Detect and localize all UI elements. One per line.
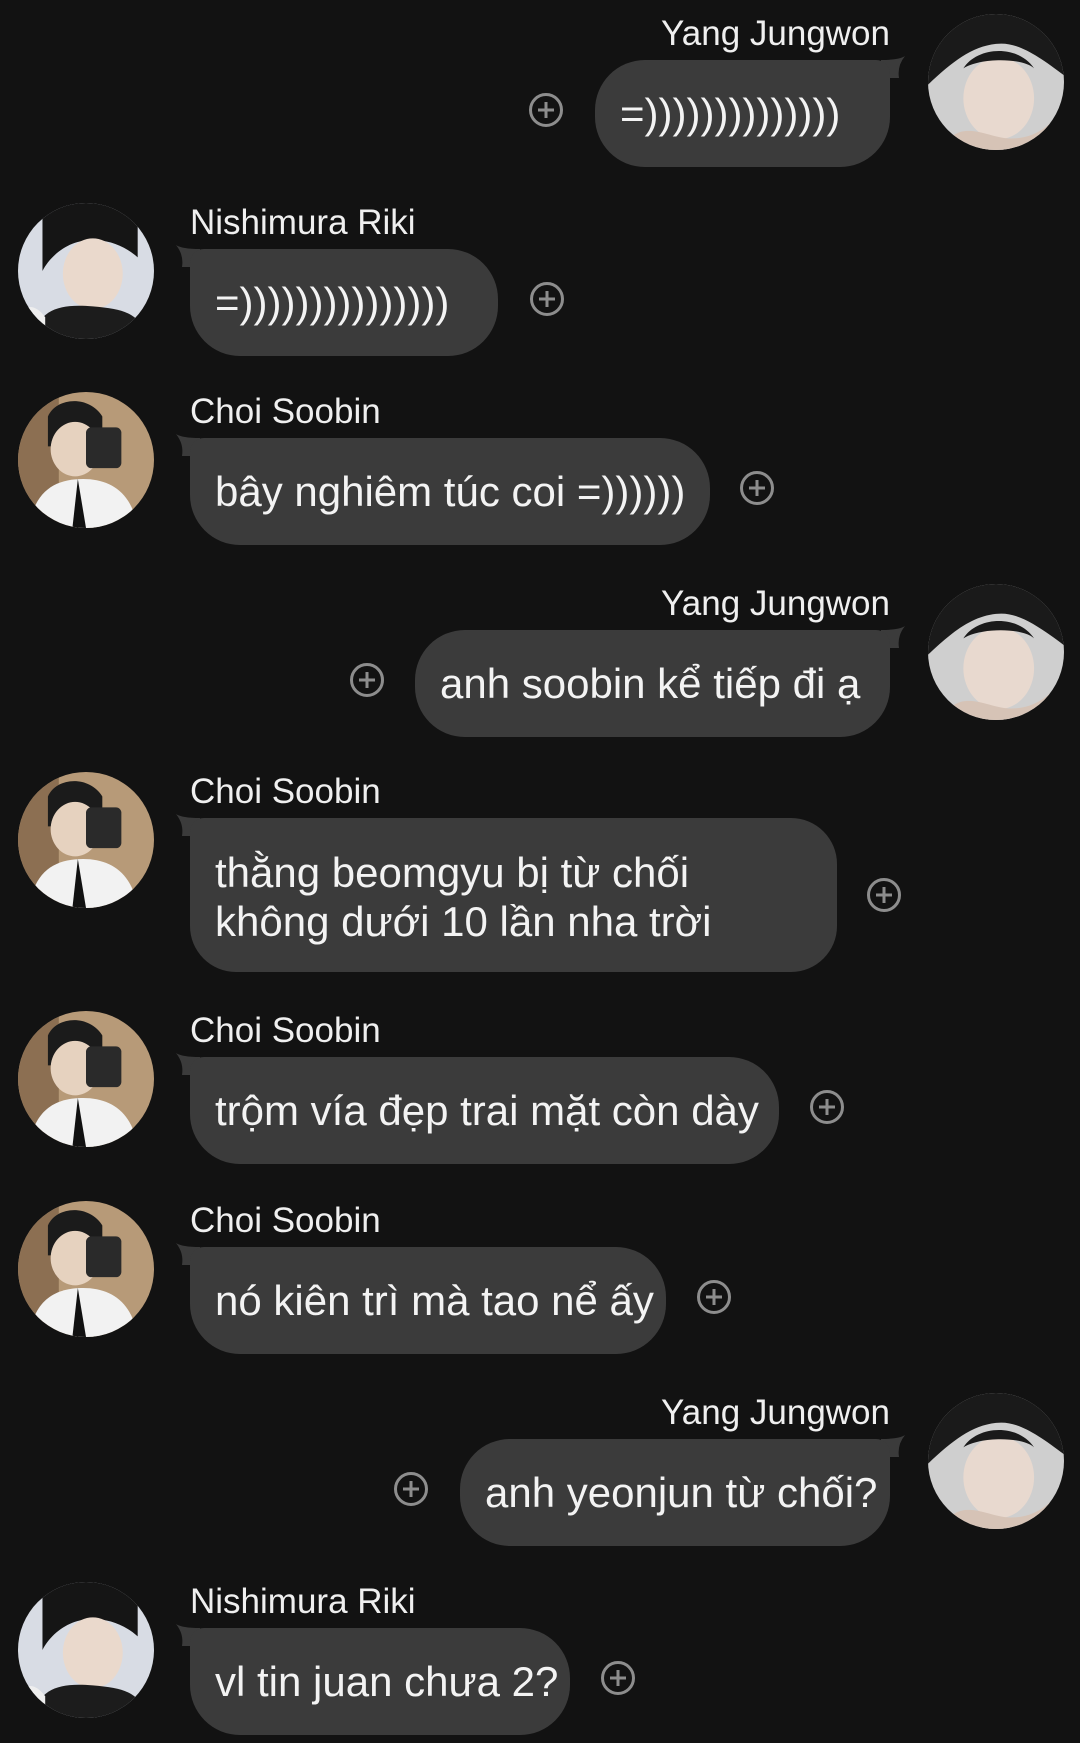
add-reaction-icon[interactable] bbox=[740, 471, 774, 505]
add-reaction-icon[interactable] bbox=[394, 1472, 428, 1506]
sender-name: Yang Jungwon bbox=[661, 584, 890, 623]
avatar[interactable] bbox=[18, 1201, 154, 1337]
avatar[interactable] bbox=[928, 14, 1064, 150]
message-row: Nishimura Riki vl tin juan chưa 2? bbox=[0, 1582, 1080, 1735]
avatar[interactable] bbox=[18, 1582, 154, 1718]
message-row: Choi Soobin bây nghiêm túc coi =)))))) bbox=[0, 392, 1080, 545]
message-row: Choi Soobin trộm vía đẹp trai mặt còn dà… bbox=[0, 1011, 1080, 1164]
add-reaction-icon[interactable] bbox=[697, 1280, 731, 1314]
avatar[interactable] bbox=[18, 1011, 154, 1147]
avatar[interactable] bbox=[928, 584, 1064, 720]
message-row: Choi Soobin thằng beomgyu bị từ chối khô… bbox=[0, 772, 1080, 972]
sender-name: Nishimura Riki bbox=[190, 203, 416, 242]
avatar[interactable] bbox=[18, 392, 154, 528]
add-reaction-icon[interactable] bbox=[867, 878, 901, 912]
sender-name: Choi Soobin bbox=[190, 1201, 381, 1240]
add-reaction-icon[interactable] bbox=[601, 1661, 635, 1695]
avatar[interactable] bbox=[18, 203, 154, 339]
sender-name: Choi Soobin bbox=[190, 392, 381, 431]
message-bubble[interactable]: thằng beomgyu bị từ chối không dưới 10 l… bbox=[190, 818, 837, 972]
message-row: Yang Jungwon anh soobin kể tiếp đi ạ bbox=[0, 584, 1080, 737]
message-bubble[interactable]: bây nghiêm túc coi =)))))) bbox=[190, 438, 710, 545]
sender-name: Choi Soobin bbox=[190, 772, 381, 811]
message-row: Choi Soobin nó kiên trì mà tao nể ấy bbox=[0, 1201, 1080, 1354]
message-bubble[interactable]: =)))))))))))))) bbox=[595, 60, 890, 167]
message-bubble[interactable]: vl tin juan chưa 2? bbox=[190, 1628, 570, 1735]
message-bubble[interactable]: anh yeonjun từ chối? bbox=[460, 1439, 890, 1546]
sender-name: Choi Soobin bbox=[190, 1011, 381, 1050]
add-reaction-icon[interactable] bbox=[530, 282, 564, 316]
message-bubble[interactable]: anh soobin kể tiếp đi ạ bbox=[415, 630, 890, 737]
message-bubble[interactable]: =))))))))))))))) bbox=[190, 249, 498, 356]
chat-thread: Yang Jungwon =)))))))))))))) Nishimura R… bbox=[0, 0, 1080, 1743]
message-row: Yang Jungwon anh yeonjun từ chối? bbox=[0, 1393, 1080, 1546]
sender-name: Yang Jungwon bbox=[661, 14, 890, 53]
message-bubble[interactable]: trộm vía đẹp trai mặt còn dày bbox=[190, 1057, 779, 1164]
add-reaction-icon[interactable] bbox=[350, 663, 384, 697]
message-row: Nishimura Riki =))))))))))))))) bbox=[0, 203, 1080, 356]
sender-name: Nishimura Riki bbox=[190, 1582, 416, 1621]
message-row: Yang Jungwon =)))))))))))))) bbox=[0, 14, 1080, 167]
add-reaction-icon[interactable] bbox=[529, 93, 563, 127]
message-bubble[interactable]: nó kiên trì mà tao nể ấy bbox=[190, 1247, 666, 1354]
sender-name: Yang Jungwon bbox=[661, 1393, 890, 1432]
add-reaction-icon[interactable] bbox=[810, 1090, 844, 1124]
avatar[interactable] bbox=[928, 1393, 1064, 1529]
avatar[interactable] bbox=[18, 772, 154, 908]
